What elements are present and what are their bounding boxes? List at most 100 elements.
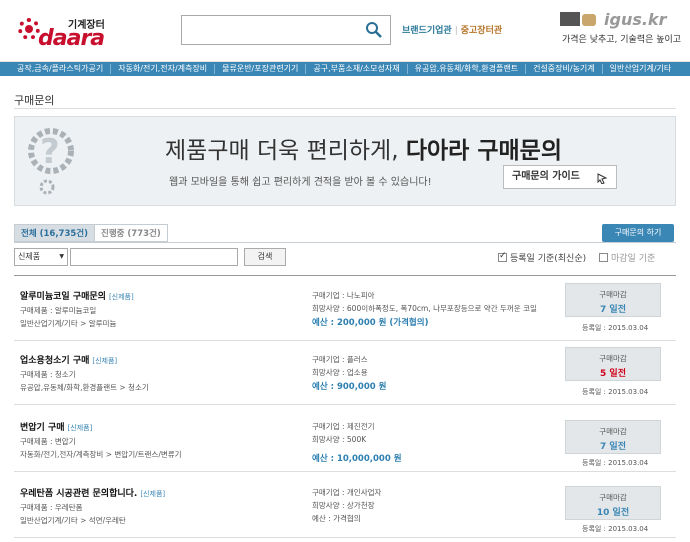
registered-date: 등록일 : 2015.03.04 (582, 324, 649, 332)
item-title[interactable]: 우레탄폼 시공관련 문의합니다. [신제품] (20, 486, 165, 499)
item-category: 일반산업기계/기타 > 석면/우레탄 (20, 516, 126, 525)
category-nav: 공작,금속/플라스틱가공기 자동화/전기,전자/계측장비 물류운반/포장관련기기… (0, 62, 690, 76)
banner-headline: 제품구매 더욱 편리하게, 다아라 구매문의 (165, 131, 562, 165)
deadline-value: 7 일전 (600, 442, 626, 452)
link-divider: | (454, 26, 458, 36)
page-title: 구매문의 (14, 94, 55, 107)
item-title[interactable]: 업소용청소기 구매 [신제품] (20, 353, 117, 366)
item-spec: 희망사양 : 500K (312, 435, 367, 444)
igus-ad-banner[interactable]: igus.kr 가격은 낮추고, 기술력은 높이고 (560, 10, 681, 50)
item-title-text: 업소용청소기 구매 (20, 356, 90, 366)
site-header: 기계장터 daara 브랜드기업관 | 중고장터관 igus.kr 가격은 낮추고,… (0, 0, 690, 62)
request-inquiry-button[interactable]: 구매문의 하기 (602, 224, 674, 242)
item-category: 자동화/전기,전자/계측장비 > 변압기/트랜스/변류기 (20, 450, 182, 459)
deadline-label: 구매마감 (599, 493, 627, 502)
search-button[interactable]: 검색 (244, 248, 286, 266)
banner-headline-a: 제품구매 더욱 편리하게, (165, 138, 406, 164)
pointer-hand-icon (597, 173, 608, 184)
svg-text:?: ? (40, 132, 60, 172)
item-title-text: 알루미늄코일 구매문의 (20, 292, 106, 302)
tab-all[interactable]: 전체 (16,735건) (14, 224, 95, 242)
item-budget: 예산 : 900,000 원 (312, 382, 387, 392)
deadline-value: 10 일전 (596, 508, 630, 518)
search-input[interactable] (182, 16, 362, 44)
purchase-guide-button[interactable]: 구매문의 가이드 (503, 165, 617, 189)
item-title[interactable]: 변압기 구매 [신제품] (20, 420, 92, 433)
banner-subtext: 웹과 모바일을 통해 쉽고 편리하게 견적을 받아 볼 수 있습니다! (169, 177, 432, 188)
item-spec: 희망사양 : 600이하폭정도, 폭70cm, 나무포장등으로 약간 두꺼운 코… (312, 304, 537, 313)
item-spec: 희망사양 : 업소용 (312, 368, 368, 377)
deadline-value: 5 일전 (600, 369, 626, 379)
deadline-badge: 구매마감 7 일전 (565, 283, 661, 317)
item-company: 구매기업 : 나노피아 (312, 291, 375, 300)
item-title-text: 우레탄폼 시공관련 문의합니다. (20, 489, 138, 499)
item-title-text: 변압기 구매 (20, 423, 65, 433)
item-budget: 예산 : 10,000,000 원 (312, 454, 402, 464)
category-link[interactable]: 자동화/전기,전자/계측장비 (111, 64, 216, 74)
category-link[interactable]: 물류운반/포장관련기기 (215, 64, 307, 74)
search-icon[interactable] (364, 20, 384, 40)
ad-brand: igus.kr (604, 10, 667, 29)
deadline-label: 구매마감 (599, 354, 627, 363)
category-link[interactable]: 공구,부품소재/소모성자재 (306, 64, 408, 74)
question-gear-icon: ? (28, 128, 74, 195)
item-tag: [신제품] (67, 424, 93, 432)
deadline-badge: 구매마감 7 일전 (565, 420, 661, 454)
deadline-label: 구매마감 (599, 290, 627, 299)
item-category: 일반산업기계/기타 > 알루미늄 (20, 319, 117, 328)
deadline-label: 구매마감 (599, 427, 627, 436)
item-spec: 희망사양 : 상가천장 (312, 501, 375, 510)
category-link[interactable]: 건설중장비/농기계 (526, 64, 603, 74)
item-product: 구매제품 : 알루미늄코일 (20, 306, 97, 315)
banner-headline-b: 다아라 구매문의 (405, 138, 562, 164)
daara-logo[interactable]: 기계장터 daara (18, 14, 118, 54)
item-title[interactable]: 알루미늄코일 구매문의 [신제품] (20, 289, 134, 302)
item-product: 구매제품 : 변압기 (20, 437, 76, 446)
sort-registered-label: 등록일 기준(최신순) (510, 254, 587, 264)
tab-in-progress[interactable]: 진행중 (773건) (95, 224, 168, 242)
item-budget: 예산 : 200,000 원 (가격협의) (312, 318, 429, 328)
list-item: 알루미늄코일 구매문의 [신제품] 구매제품 : 알루미늄코일 일반산업기계/기타… (14, 281, 676, 341)
registered-date: 등록일 : 2015.03.04 (582, 388, 649, 396)
registered-date: 등록일 : 2015.03.04 (582, 525, 649, 533)
gear-icon (18, 18, 40, 40)
item-category: 유공압,유동체/화학,환경플랜트 > 청소기 (20, 383, 149, 392)
search-box (181, 15, 391, 45)
sort-deadline-checkbox[interactable] (599, 253, 608, 262)
keyword-input[interactable] (70, 248, 238, 266)
category-link[interactable]: 일반산업기계/기타 (603, 64, 679, 74)
registered-date: 등록일 : 2015.03.04 (582, 459, 649, 467)
divider (14, 275, 676, 276)
item-tag: [신제품] (140, 490, 166, 498)
ad-product-image (560, 12, 580, 26)
product-type-select[interactable]: 신제품 (14, 248, 68, 266)
list-item: 업소용청소기 구매 [신제품] 구매제품 : 청소기 유공압,유동체/화학,환경플… (14, 345, 676, 405)
logo-wordmark: daara (38, 26, 105, 51)
sort-registered-checkbox[interactable] (498, 251, 507, 262)
list-item: 변압기 구매 [신제품] 구매제품 : 변압기 자동화/전기,전자/계측장비 > … (14, 412, 676, 472)
item-company: 구매기업 : 플러스 (312, 355, 368, 364)
status-tabs: 전체 (16,735건) 진행중 (773건) (14, 224, 168, 242)
ad-product-image (582, 14, 596, 26)
category-link[interactable]: 유공압,유동체/화학,환경플랜트 (408, 64, 527, 74)
deadline-badge: 구매마감 5 일전 (565, 347, 661, 381)
category-link[interactable]: 공작,금속/플라스틱가공기 (10, 64, 112, 74)
divider (14, 108, 676, 109)
sort-deadline-label: 마감일 기준 (611, 254, 656, 264)
item-budget: 예산 : 가격협의 (312, 514, 361, 523)
item-product: 구매제품 : 우레탄폼 (20, 503, 83, 512)
item-product: 구매제품 : 청소기 (20, 370, 76, 379)
list-item: 우레탄폼 시공관련 문의합니다. [신제품] 구매제품 : 우레탄폼 일반산업기계… (14, 478, 676, 538)
divider (14, 242, 676, 243)
ad-slogan: 가격은 낮추고, 기술력은 높이고 (562, 35, 682, 45)
item-tag: [신제품] (108, 293, 134, 301)
deadline-badge: 구매마감 10 일전 (565, 486, 661, 520)
sort-options: 등록일 기준(최신순) 마감일 기준 (498, 251, 655, 264)
item-tag: [신제품] (92, 357, 118, 365)
promo-banner: ? 제품구매 더욱 편리하게, 다아라 구매문의 웹과 모바일을 통해 쉽고 편… (14, 116, 676, 206)
deadline-value: 7 일전 (600, 305, 626, 315)
top-links: 브랜드기업관 | 중고장터관 (402, 23, 502, 36)
guide-label: 구매문의 가이드 (512, 171, 580, 182)
brand-company-link[interactable]: 브랜드기업관 (402, 26, 452, 36)
used-market-link[interactable]: 중고장터관 (461, 26, 502, 36)
